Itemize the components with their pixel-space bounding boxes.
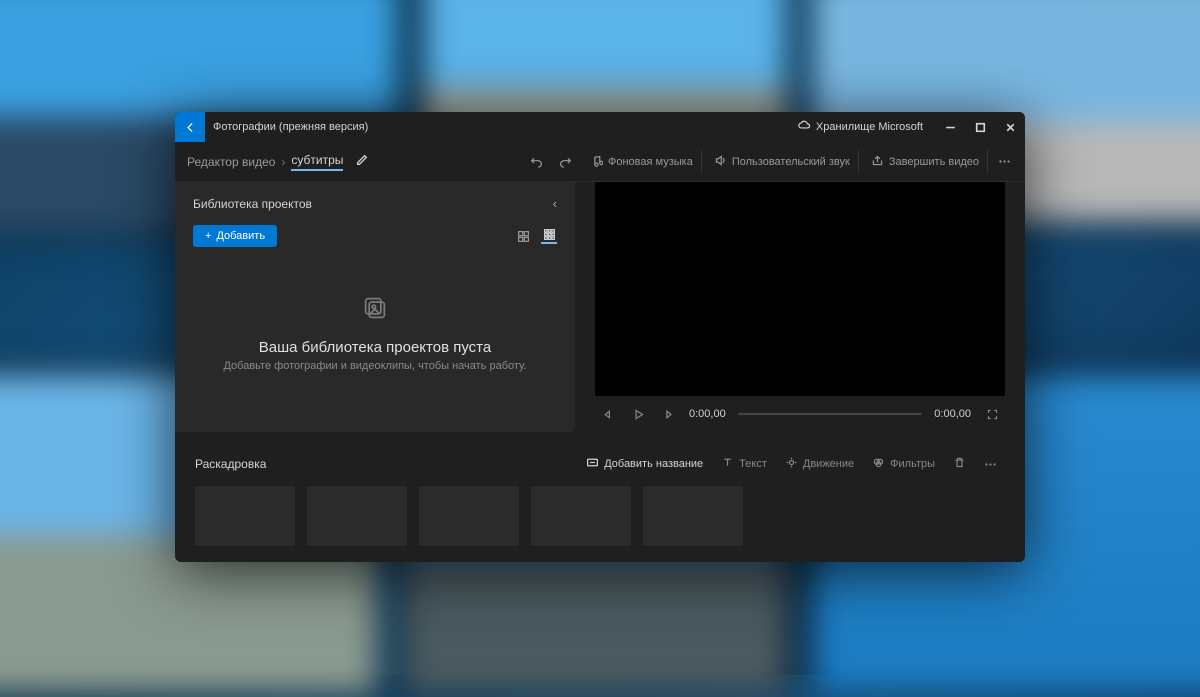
add-title-card-label: Добавить название	[604, 458, 703, 470]
empty-subtitle: Добавьте фотографии и видеоклипы, чтобы …	[223, 360, 526, 372]
filters-button[interactable]: Фильтры	[864, 452, 943, 476]
fullscreen-button[interactable]	[983, 405, 1001, 423]
toolbar: Редактор видео › субтитры Фоновая музыка…	[175, 142, 1025, 182]
plus-icon: +	[205, 230, 211, 242]
speaker-icon	[714, 154, 727, 170]
next-frame-button[interactable]	[659, 405, 677, 423]
playback-current-time: 0:00,00	[689, 408, 726, 420]
text-button[interactable]: Текст	[713, 452, 775, 476]
custom-audio-button[interactable]: Пользовательский звук	[706, 150, 859, 174]
cloud-storage-link[interactable]: Хранилище Microsoft	[798, 119, 923, 135]
storyboard-slot[interactable]	[643, 486, 743, 546]
video-preview[interactable]	[595, 182, 1005, 396]
playback-bar: 0:00,00 0:00,00	[595, 396, 1005, 432]
title-card-icon	[586, 456, 599, 472]
play-button[interactable]	[629, 405, 647, 423]
playback-total-time: 0:00,00	[934, 408, 971, 420]
storyboard-slot[interactable]	[195, 486, 295, 546]
main-area: Библиотека проектов ‹ + Добавить Ваша би…	[175, 182, 1025, 442]
storyboard-title: Раскадровка	[195, 457, 266, 471]
breadcrumb: Редактор видео › субтитры	[187, 153, 369, 171]
bg-music-label: Фоновая музыка	[608, 156, 693, 168]
view-small-grid-button[interactable]	[541, 228, 557, 244]
bg-music-button[interactable]: Фоновая музыка	[582, 150, 702, 174]
motion-label: Движение	[803, 458, 854, 470]
close-button[interactable]	[995, 112, 1025, 142]
library-empty-state: Ваша библиотека проектов пуста Добавьте …	[193, 247, 557, 418]
collapse-library-button[interactable]: ‹	[553, 196, 557, 211]
undo-button[interactable]	[524, 151, 549, 172]
cloud-storage-label: Хранилище Microsoft	[816, 121, 923, 133]
view-toggle-group	[515, 228, 557, 244]
storyboard-panel: Раскадровка Добавить название Текст Движ…	[175, 442, 1025, 562]
music-note-icon	[590, 154, 603, 170]
finish-video-label: Завершить видео	[889, 156, 979, 168]
motion-button[interactable]: Движение	[777, 452, 862, 476]
titlebar: Фотографии (прежняя версия) Хранилище Mi…	[175, 112, 1025, 142]
add-media-label: Добавить	[216, 230, 265, 242]
prev-frame-button[interactable]	[599, 405, 617, 423]
pencil-icon[interactable]	[355, 153, 369, 170]
library-title: Библиотека проектов	[193, 197, 312, 211]
breadcrumb-current[interactable]: субтитры	[291, 153, 343, 171]
text-icon	[721, 456, 734, 472]
motion-icon	[785, 456, 798, 472]
video-editor-window: Фотографии (прежняя версия) Хранилище Mi…	[175, 112, 1025, 562]
redo-button[interactable]	[553, 151, 578, 172]
storyboard-track[interactable]	[195, 486, 1005, 546]
back-button[interactable]	[175, 112, 205, 142]
breadcrumb-root[interactable]: Редактор видео	[187, 155, 275, 169]
image-stack-icon	[361, 294, 389, 329]
more-button[interactable]	[992, 151, 1017, 172]
minimize-button[interactable]	[935, 112, 965, 142]
storyboard-more-button[interactable]	[976, 454, 1005, 475]
seek-slider[interactable]	[738, 413, 923, 415]
add-media-button[interactable]: + Добавить	[193, 225, 277, 247]
delete-clip-button[interactable]	[945, 452, 974, 476]
storyboard-slot[interactable]	[307, 486, 407, 546]
text-label: Текст	[739, 458, 767, 470]
app-title: Фотографии (прежняя версия)	[213, 121, 368, 133]
cloud-icon	[798, 119, 811, 135]
custom-audio-label: Пользовательский звук	[732, 156, 850, 168]
chevron-right-icon: ›	[281, 155, 285, 169]
empty-title: Ваша библиотека проектов пуста	[259, 339, 491, 356]
library-panel: Библиотека проектов ‹ + Добавить Ваша би…	[175, 182, 575, 432]
storyboard-slot[interactable]	[419, 486, 519, 546]
storyboard-actions: Добавить название Текст Движение Фильтры	[578, 452, 1005, 476]
storyboard-slot[interactable]	[531, 486, 631, 546]
export-icon	[871, 154, 884, 170]
view-large-grid-button[interactable]	[515, 228, 531, 244]
maximize-button[interactable]	[965, 112, 995, 142]
trash-icon	[953, 456, 966, 472]
preview-panel: 0:00,00 0:00,00	[595, 182, 1005, 432]
finish-video-button[interactable]: Завершить видео	[863, 150, 988, 174]
filters-icon	[872, 456, 885, 472]
add-title-card-button[interactable]: Добавить название	[578, 452, 711, 476]
window-controls	[935, 112, 1025, 142]
filters-label: Фильтры	[890, 458, 935, 470]
